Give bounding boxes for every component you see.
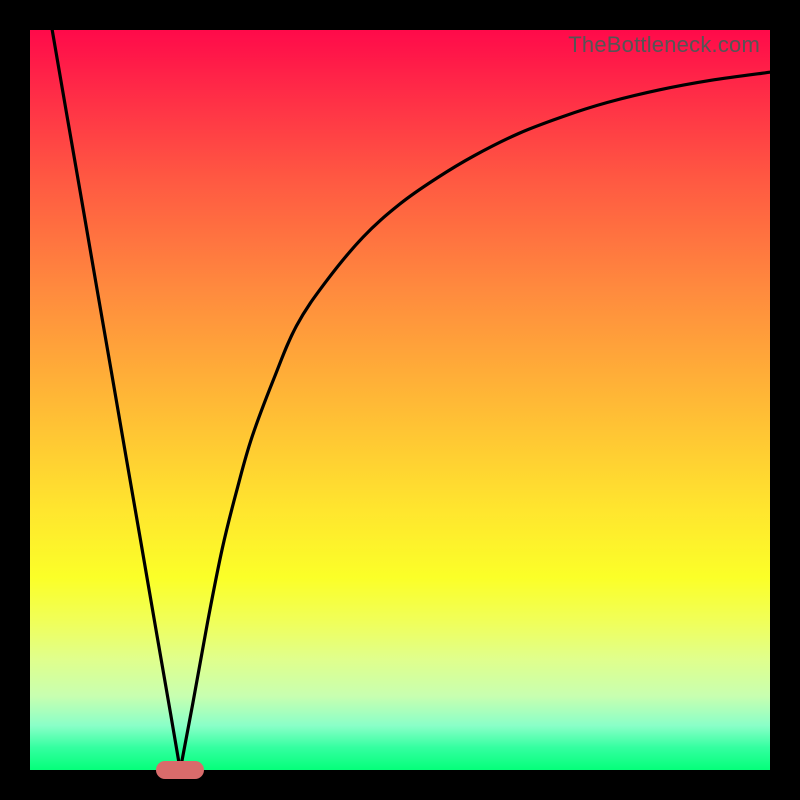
chart-frame: TheBottleneck.com [0,0,800,800]
plot-area: TheBottleneck.com [30,30,770,770]
curve-layer [30,30,770,770]
left-branch-line [52,30,180,770]
right-branch-line [180,72,770,770]
bottleneck-marker [156,761,204,779]
